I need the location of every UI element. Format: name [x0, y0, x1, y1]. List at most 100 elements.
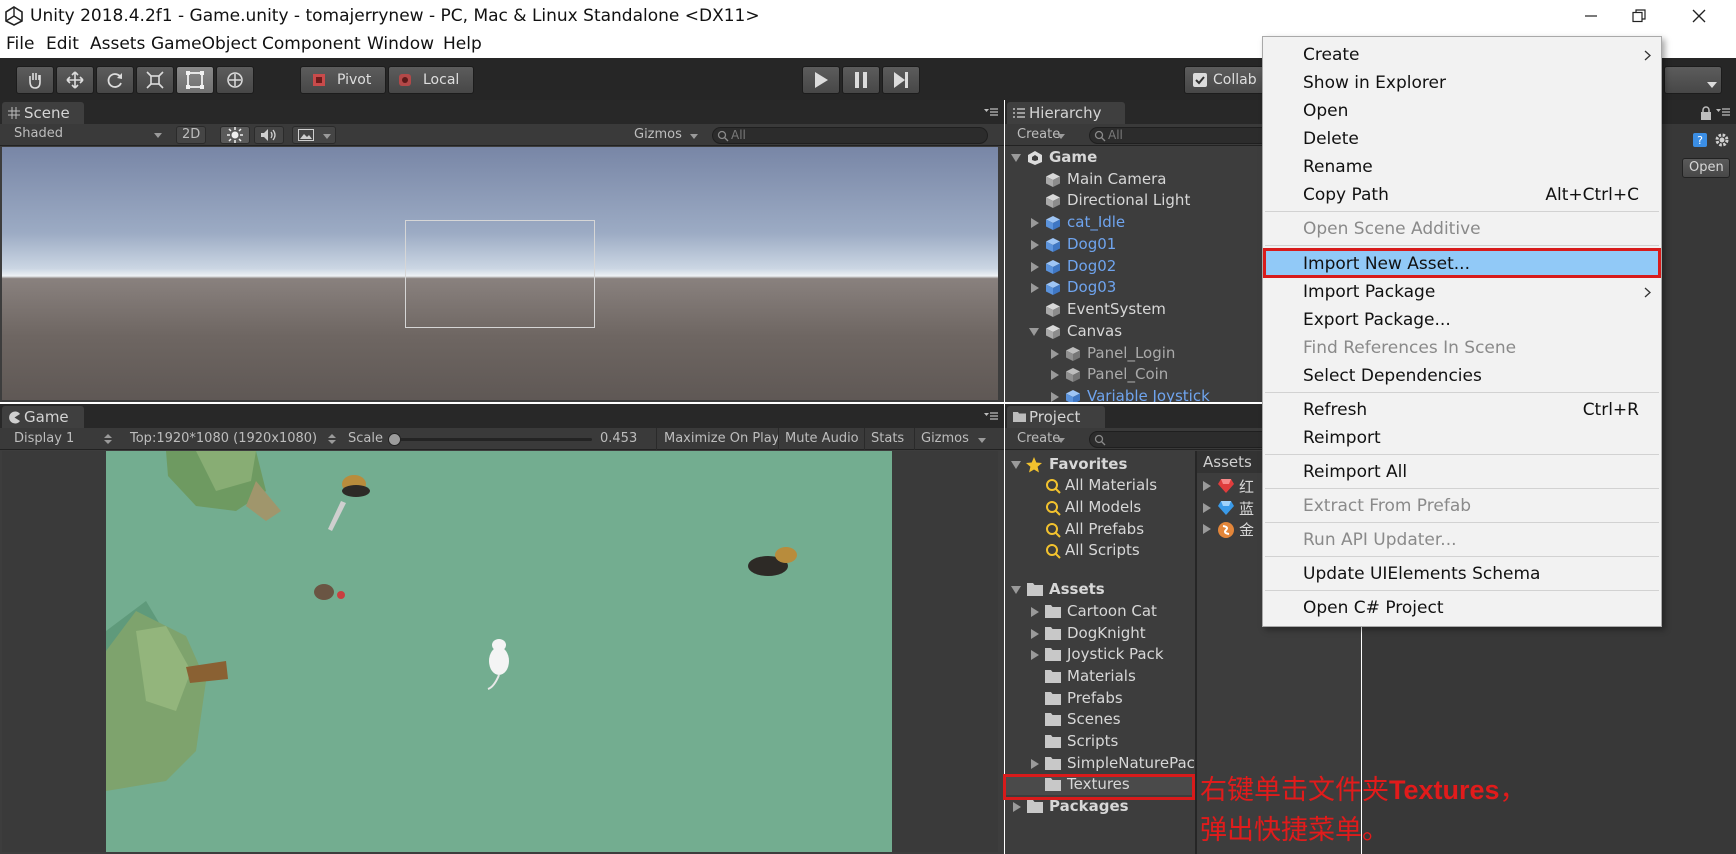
menu-item-import-package[interactable]: Import Package	[1265, 278, 1659, 306]
expand-arrow-icon[interactable]	[1031, 283, 1039, 293]
expand-arrow-icon[interactable]	[1031, 262, 1039, 272]
menu-item-copy-path[interactable]: Copy Path Alt+Ctrl+C	[1265, 181, 1659, 209]
game-gizmos-dropdown[interactable]: Gizmos	[914, 428, 988, 450]
shading-mode-dropdown[interactable]: Shaded	[4, 126, 168, 144]
rect-tool-button[interactable]	[176, 66, 214, 94]
menu-item-open-scene-additive[interactable]: Open Scene Additive	[1265, 215, 1659, 243]
expand-arrow-icon[interactable]	[1031, 240, 1039, 250]
restore-button[interactable]	[1616, 2, 1662, 30]
stats-toggle[interactable]: Stats	[864, 428, 914, 450]
menu-item-open-csharp-project[interactable]: Open C# Project	[1265, 594, 1659, 622]
menu-item-reimport-all[interactable]: Reimport All	[1265, 458, 1659, 486]
menu-item-export-package[interactable]: Export Package...	[1265, 306, 1659, 334]
rotate-tool-button[interactable]	[96, 66, 134, 94]
expand-arrow-icon[interactable]	[1011, 461, 1021, 469]
expand-arrow-icon[interactable]	[1031, 218, 1039, 228]
menu-item-show-in-explorer[interactable]: Show in Explorer	[1265, 69, 1659, 97]
menu-item-delete[interactable]: Delete	[1265, 125, 1659, 153]
resolution-dropdown[interactable]: Top:1920*1080 (1920x1080)	[122, 428, 340, 450]
project-folder-joystick-pack[interactable]: Joystick Pack	[1005, 645, 1195, 665]
scene-viewport[interactable]	[2, 147, 998, 400]
project-folder-scripts[interactable]: Scripts	[1005, 732, 1195, 752]
tab-game[interactable]: Game	[2, 406, 84, 428]
pivot-toggle-button[interactable]: Pivot	[300, 66, 386, 94]
menu-item-open[interactable]: Open	[1265, 97, 1659, 125]
expand-arrow-icon[interactable]	[1031, 629, 1039, 639]
expand-arrow-icon[interactable]	[1029, 328, 1039, 336]
tab-project[interactable]: Project	[1007, 406, 1105, 428]
panel-menu-icon[interactable]	[984, 107, 998, 117]
local-toggle-button[interactable]: Local	[388, 66, 474, 94]
pause-button[interactable]	[842, 66, 880, 94]
menu-item-update-uielements-schema[interactable]: Update UIElements Schema	[1265, 560, 1659, 588]
menu-item-reimport[interactable]: Reimport	[1265, 424, 1659, 452]
minimize-button[interactable]	[1568, 2, 1614, 30]
help-book-icon[interactable]: ?	[1692, 132, 1708, 148]
move-tool-button[interactable]	[56, 66, 94, 94]
expand-arrow-icon[interactable]	[1031, 607, 1039, 617]
menu-item-select-dependencies[interactable]: Select Dependencies	[1265, 362, 1659, 390]
audio-toggle-button[interactable]	[254, 126, 284, 144]
menu-item-extract-from-prefab[interactable]: Extract From Prefab	[1265, 492, 1659, 520]
collab-button[interactable]: Collab	[1184, 66, 1270, 94]
menu-assets[interactable]: Assets	[90, 34, 145, 54]
step-button[interactable]	[882, 66, 920, 94]
mute-audio-toggle[interactable]: Mute Audio	[778, 428, 864, 450]
tab-scene[interactable]: Scene	[2, 102, 84, 124]
project-folder-scenes[interactable]: Scenes	[1005, 710, 1195, 730]
expand-arrow-icon[interactable]	[1203, 524, 1211, 534]
menu-gameobject[interactable]: GameObject	[151, 34, 257, 54]
expand-arrow-icon[interactable]	[1051, 392, 1059, 402]
favorite-item[interactable]: All Models	[1005, 498, 1195, 518]
expand-arrow-icon[interactable]	[1013, 802, 1021, 812]
hierarchy-create-dropdown[interactable]: Create	[1007, 124, 1069, 146]
expand-arrow-icon[interactable]	[1051, 370, 1059, 380]
menu-component[interactable]: Component	[262, 34, 361, 54]
close-window-button[interactable]	[1676, 2, 1722, 30]
project-folder-dogknight[interactable]: DogKnight	[1005, 624, 1195, 644]
project-folder-simplenature[interactable]: SimpleNaturePac	[1005, 754, 1195, 774]
packages-root-row[interactable]: Packages	[1005, 797, 1195, 817]
project-folder-prefabs[interactable]: Prefabs	[1005, 689, 1195, 709]
scene-gizmos-dropdown[interactable]: Gizmos	[628, 124, 702, 146]
play-button[interactable]	[802, 66, 840, 94]
menu-edit[interactable]: Edit	[46, 34, 79, 54]
menu-help[interactable]: Help	[443, 34, 482, 54]
2d-toggle-button[interactable]: 2D	[176, 126, 206, 144]
scale-tool-button[interactable]	[136, 66, 174, 94]
scale-slider-handle[interactable]	[388, 433, 401, 446]
expand-arrow-icon[interactable]	[1011, 154, 1021, 162]
project-folder-materials[interactable]: Materials	[1005, 667, 1195, 687]
favorite-item[interactable]: All Prefabs	[1005, 520, 1195, 540]
menu-item-import-new-asset[interactable]: Import New Asset...	[1265, 250, 1659, 278]
expand-arrow-icon[interactable]	[1051, 349, 1059, 359]
scale-slider-track[interactable]	[388, 433, 592, 446]
menu-file[interactable]: File	[6, 34, 34, 54]
favorites-row[interactable]: Favorites	[1005, 455, 1195, 475]
project-folder-textures[interactable]: Textures	[1005, 775, 1195, 795]
display-dropdown[interactable]: Display 1	[2, 428, 118, 450]
expand-arrow-icon[interactable]	[1031, 759, 1039, 769]
maximize-on-play-toggle[interactable]: Maximize On Play	[656, 428, 779, 450]
menu-item-refresh[interactable]: Refresh Ctrl+R	[1265, 396, 1659, 424]
gear-icon[interactable]	[1714, 132, 1730, 148]
expand-arrow-icon[interactable]	[1031, 650, 1039, 660]
favorite-item[interactable]: All Scripts	[1005, 541, 1195, 561]
menu-item-find-references[interactable]: Find References In Scene	[1265, 334, 1659, 362]
effects-dropdown[interactable]	[292, 126, 336, 144]
project-create-dropdown[interactable]: Create	[1007, 428, 1069, 450]
favorite-item[interactable]: All Materials	[1005, 476, 1195, 496]
menu-item-create[interactable]: Create	[1265, 41, 1659, 69]
panel-menu-icon[interactable]	[984, 411, 998, 421]
hand-tool-button[interactable]	[16, 66, 54, 94]
expand-arrow-icon[interactable]	[1203, 503, 1211, 513]
expand-arrow-icon[interactable]	[1203, 481, 1211, 491]
menu-item-rename[interactable]: Rename	[1265, 153, 1659, 181]
transform-tool-button[interactable]	[216, 66, 254, 94]
lighting-toggle-button[interactable]	[220, 126, 250, 144]
menu-window[interactable]: Window	[367, 34, 434, 54]
assets-root-row[interactable]: Assets	[1005, 580, 1195, 600]
inspector-open-button[interactable]: Open	[1682, 158, 1730, 178]
layout-dropdown[interactable]	[1664, 66, 1722, 94]
menu-item-run-api-updater[interactable]: Run API Updater...	[1265, 526, 1659, 554]
